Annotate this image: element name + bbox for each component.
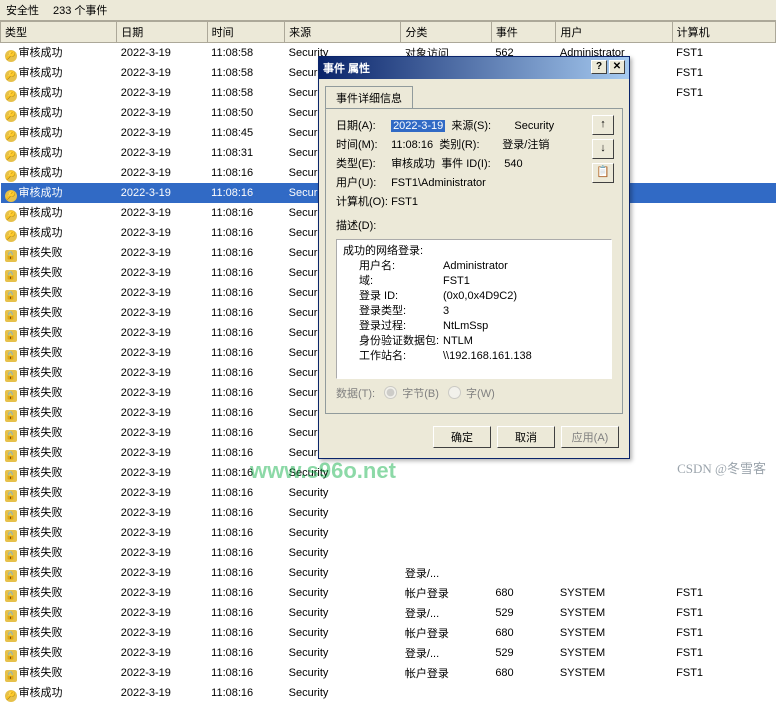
computer-label: 计算机(O): <box>336 193 388 209</box>
lock-icon: 🔒 <box>5 250 17 262</box>
eventid-label: 事件 ID(I): <box>441 155 501 171</box>
lock-icon: 🔒 <box>5 270 17 282</box>
type-value: 审核成功 <box>391 158 435 170</box>
time-value: 11:08:16 <box>391 139 433 151</box>
table-row[interactable]: 🔒审核失败2022-3-1911:08:16Security <box>1 503 776 523</box>
lock-icon: 🔒 <box>5 490 17 502</box>
key-icon: 🔑 <box>5 690 17 702</box>
help-button[interactable]: ? <box>591 60 607 74</box>
table-row[interactable]: 🔑审核成功2022-3-1911:08:16Security <box>1 683 776 703</box>
column-header[interactable]: 类型 <box>1 22 117 43</box>
table-row[interactable]: 🔒审核失败2022-3-1911:08:16Security帐户登录680SYS… <box>1 663 776 683</box>
lock-icon: 🔒 <box>5 670 17 682</box>
date-label: 日期(A): <box>336 117 388 133</box>
column-header[interactable]: 计算机 <box>672 22 775 43</box>
radio-bytes <box>384 386 397 399</box>
user-label: 用户(U): <box>336 174 388 190</box>
desc-row: 用户名:Administrator <box>343 259 605 274</box>
column-header[interactable]: 来源 <box>285 22 401 43</box>
lock-icon: 🔒 <box>5 550 17 562</box>
lock-icon: 🔒 <box>5 570 17 582</box>
prev-button[interactable]: ↑ <box>592 115 614 135</box>
cancel-button[interactable]: 取消 <box>497 426 555 448</box>
time-label: 时间(M): <box>336 136 388 152</box>
lock-icon: 🔒 <box>5 590 17 602</box>
tab-detail[interactable]: 事件详细信息 <box>325 86 413 109</box>
lock-icon: 🔒 <box>5 650 17 662</box>
table-row[interactable]: 🔒审核失败2022-3-1911:08:16Security登录/... <box>1 563 776 583</box>
lock-icon: 🔒 <box>5 530 17 542</box>
column-header[interactable]: 事件 <box>491 22 556 43</box>
desc-row: 登录过程:NtLmSsp <box>343 319 605 334</box>
copy-button[interactable]: 📋 <box>592 163 614 183</box>
column-header[interactable]: 用户 <box>556 22 672 43</box>
dialog-title: 事件 属性 <box>323 60 370 76</box>
header-label: 安全性 <box>6 2 39 18</box>
source-value: Security <box>514 120 554 132</box>
desc-label: 描述(D): <box>336 220 376 232</box>
close-button[interactable]: ✕ <box>609 60 625 74</box>
ok-button[interactable]: 确定 <box>433 426 491 448</box>
list-header: 安全性 233 个事件 <box>0 0 776 21</box>
computer-value: FST1 <box>391 196 418 208</box>
category-value: 登录/注销 <box>502 139 549 151</box>
key-icon: 🔑 <box>5 150 17 162</box>
key-icon: 🔑 <box>5 90 17 102</box>
key-icon: 🔑 <box>5 230 17 242</box>
key-icon: 🔑 <box>5 190 17 202</box>
desc-title: 成功的网络登录: <box>343 244 605 259</box>
source-label: 来源(S): <box>451 117 511 133</box>
header-count: 233 个事件 <box>53 2 107 18</box>
radio-words <box>448 386 461 399</box>
table-row[interactable]: 🔒审核失败2022-3-1911:08:16Security帐户登录680SYS… <box>1 583 776 603</box>
desc-row: 登录 ID:(0x0,0x4D9C2) <box>343 289 605 304</box>
key-icon: 🔑 <box>5 210 17 222</box>
lock-icon: 🔒 <box>5 630 17 642</box>
key-icon: 🔑 <box>5 70 17 82</box>
desc-row: 身份验证数据包:NTLM <box>343 334 605 349</box>
key-icon: 🔑 <box>5 110 17 122</box>
table-row[interactable]: 🔒审核失败2022-3-1911:08:16Security登录/...529S… <box>1 603 776 623</box>
eventid-value: 540 <box>504 158 522 170</box>
event-properties-dialog: 事件 属性 ? ✕ 事件详细信息 ↑ ↓ 📋 日期(A): 2022-3-19 … <box>318 56 630 459</box>
lock-icon: 🔒 <box>5 610 17 622</box>
data-radios: 数据(T): 字节(B) 字(W) <box>336 385 612 401</box>
table-row[interactable]: 🔒审核失败2022-3-1911:08:16Security <box>1 463 776 483</box>
radio-label: 数据(T): <box>336 388 375 400</box>
lock-icon: 🔒 <box>5 330 17 342</box>
table-row[interactable]: 🔒审核失败2022-3-1911:08:16Security <box>1 483 776 503</box>
column-header[interactable]: 日期 <box>117 22 207 43</box>
table-row[interactable]: 🔒审核失败2022-3-1911:08:16Security <box>1 523 776 543</box>
key-icon: 🔑 <box>5 50 17 62</box>
key-icon: 🔑 <box>5 170 17 182</box>
desc-row: 登录类型:3 <box>343 304 605 319</box>
type-label: 类型(E): <box>336 155 388 171</box>
lock-icon: 🔒 <box>5 410 17 422</box>
next-button[interactable]: ↓ <box>592 139 614 159</box>
lock-icon: 🔒 <box>5 310 17 322</box>
lock-icon: 🔒 <box>5 430 17 442</box>
lock-icon: 🔒 <box>5 290 17 302</box>
lock-icon: 🔒 <box>5 370 17 382</box>
table-row[interactable]: 🔒审核失败2022-3-1911:08:16Security帐户登录680SYS… <box>1 623 776 643</box>
lock-icon: 🔒 <box>5 470 17 482</box>
lock-icon: 🔒 <box>5 390 17 402</box>
lock-icon: 🔒 <box>5 350 17 362</box>
key-icon: 🔑 <box>5 130 17 142</box>
desc-row: 域:FST1 <box>343 274 605 289</box>
column-header[interactable]: 时间 <box>207 22 285 43</box>
column-header[interactable]: 分类 <box>401 22 491 43</box>
description-box[interactable]: 成功的网络登录: 用户名:Administrator域:FST1登录 ID:(0… <box>336 239 612 379</box>
apply-button[interactable]: 应用(A) <box>561 426 619 448</box>
table-row[interactable]: 🔒审核失败2022-3-1911:08:16Security <box>1 543 776 563</box>
dialog-titlebar[interactable]: 事件 属性 ? ✕ <box>319 57 629 79</box>
user-value: FST1\Administrator <box>391 177 486 189</box>
lock-icon: 🔒 <box>5 510 17 522</box>
date-value: 2022-3-19 <box>391 120 445 132</box>
table-row[interactable]: 🔒审核失败2022-3-1911:08:16Security登录/...529S… <box>1 643 776 663</box>
desc-row: 工作站名:\\192.168.161.138 <box>343 349 605 364</box>
lock-icon: 🔒 <box>5 450 17 462</box>
category-label: 类别(R): <box>439 136 499 152</box>
